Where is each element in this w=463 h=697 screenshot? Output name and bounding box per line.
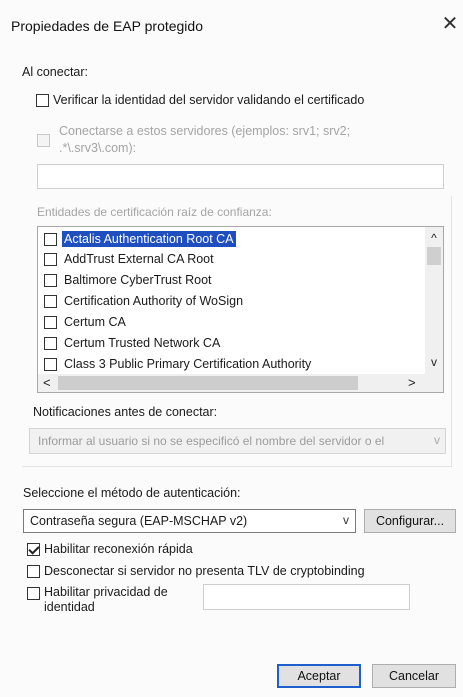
scroll-left-icon[interactable]: < — [43, 374, 51, 392]
eap-properties-dialog: Propiedades de EAP protegido ✕ Al conect… — [0, 0, 463, 697]
horizontal-scroll-thumb[interactable] — [58, 376, 358, 390]
fast-reconnect-label: Habilitar reconexión rápida — [44, 542, 193, 556]
connect-heading: Al conectar: — [22, 65, 89, 79]
window-title: Propiedades de EAP protegido — [11, 18, 203, 34]
notifications-dropdown[interactable]: Informar al usuario si no se especificó … — [29, 428, 446, 454]
ca-list-item[interactable]: Certum Trusted Network CA — [38, 333, 423, 353]
verify-server-checkbox[interactable] — [36, 94, 49, 107]
ca-list-item[interactable]: Class 3 Public Primary Certification Aut… — [38, 354, 423, 374]
fast-reconnect-checkbox[interactable] — [27, 543, 40, 556]
auth-method-label: Seleccione el método de autenticación: — [23, 486, 241, 500]
ca-checkbox[interactable] — [44, 358, 57, 371]
ca-label: AddTrust External CA Root — [64, 252, 214, 266]
ca-label: Certum CA — [64, 315, 126, 329]
scroll-right-icon[interactable]: > — [408, 374, 416, 392]
scroll-down-icon[interactable]: v — [428, 355, 440, 369]
horizontal-scrollbar[interactable]: < > — [38, 374, 443, 392]
connect-servers-checkbox[interactable] — [37, 134, 50, 147]
ca-checkbox[interactable] — [44, 316, 57, 329]
vertical-scrollbar[interactable]: ^ v — [425, 227, 443, 375]
ok-button[interactable]: Aceptar — [277, 664, 361, 688]
ca-checkbox[interactable] — [44, 295, 57, 308]
ca-checkbox[interactable] — [44, 253, 57, 266]
configure-button[interactable]: Configurar... — [364, 509, 456, 533]
servers-input[interactable] — [37, 164, 444, 189]
ca-checkbox[interactable] — [44, 233, 57, 246]
chevron-down-icon: v — [343, 513, 349, 527]
ca-list-item[interactable]: Certification Authority of WoSign — [38, 291, 423, 311]
trusted-ca-label: Entidades de certificación raíz de confi… — [37, 205, 272, 219]
chevron-down-icon: v — [434, 433, 440, 447]
ca-label: Actalis Authentication Root CA — [62, 231, 236, 247]
ca-label: Class 3 Public Primary Certification Aut… — [64, 357, 312, 371]
ca-list-item[interactable]: AddTrust External CA Root — [38, 249, 423, 269]
close-icon[interactable]: ✕ — [440, 12, 460, 36]
connect-servers-label-line2: .*\.srv3\.com): — [59, 141, 137, 155]
disconnect-tlv-label: Desconectar si servidor no presenta TLV … — [44, 564, 365, 578]
ca-label: Certification Authority of WoSign — [64, 294, 244, 308]
cancel-button[interactable]: Cancelar — [372, 664, 456, 688]
connect-servers-label-line1: Conectarse a estos servidores (ejemplos:… — [59, 124, 351, 138]
scroll-up-icon[interactable]: ^ — [428, 231, 440, 245]
ca-checkbox[interactable] — [44, 337, 57, 350]
auth-method-dropdown[interactable]: Contraseña segura (EAP-MSCHAP v2) v — [23, 509, 356, 533]
disconnect-tlv-checkbox[interactable] — [27, 565, 40, 578]
ca-list-item[interactable]: Baltimore CyberTrust Root — [38, 270, 423, 290]
ca-list-item[interactable]: Actalis Authentication Root CA — [38, 229, 423, 249]
identity-privacy-checkbox[interactable] — [27, 587, 40, 600]
ca-list-item[interactable]: Certum CA — [38, 312, 423, 332]
identity-privacy-input[interactable] — [203, 584, 410, 610]
ca-label: Certum Trusted Network CA — [64, 336, 221, 350]
ca-label: Baltimore CyberTrust Root — [64, 273, 212, 287]
trusted-ca-listbox[interactable]: Actalis Authentication Root CA AddTrust … — [37, 226, 444, 393]
identity-privacy-label-line2: identidad — [44, 600, 95, 614]
verify-server-label: Verificar la identidad del servidor vali… — [53, 93, 365, 107]
ca-checkbox[interactable] — [44, 274, 57, 287]
auth-method-value: Contraseña segura (EAP-MSCHAP v2) — [30, 514, 248, 528]
identity-privacy-label-line1: Habilitar privacidad de — [44, 585, 168, 599]
notifications-label: Notificaciones antes de conectar: — [33, 405, 218, 419]
vertical-scroll-thumb[interactable] — [427, 247, 441, 265]
notifications-value: Informar al usuario si no se especificó … — [38, 434, 385, 448]
